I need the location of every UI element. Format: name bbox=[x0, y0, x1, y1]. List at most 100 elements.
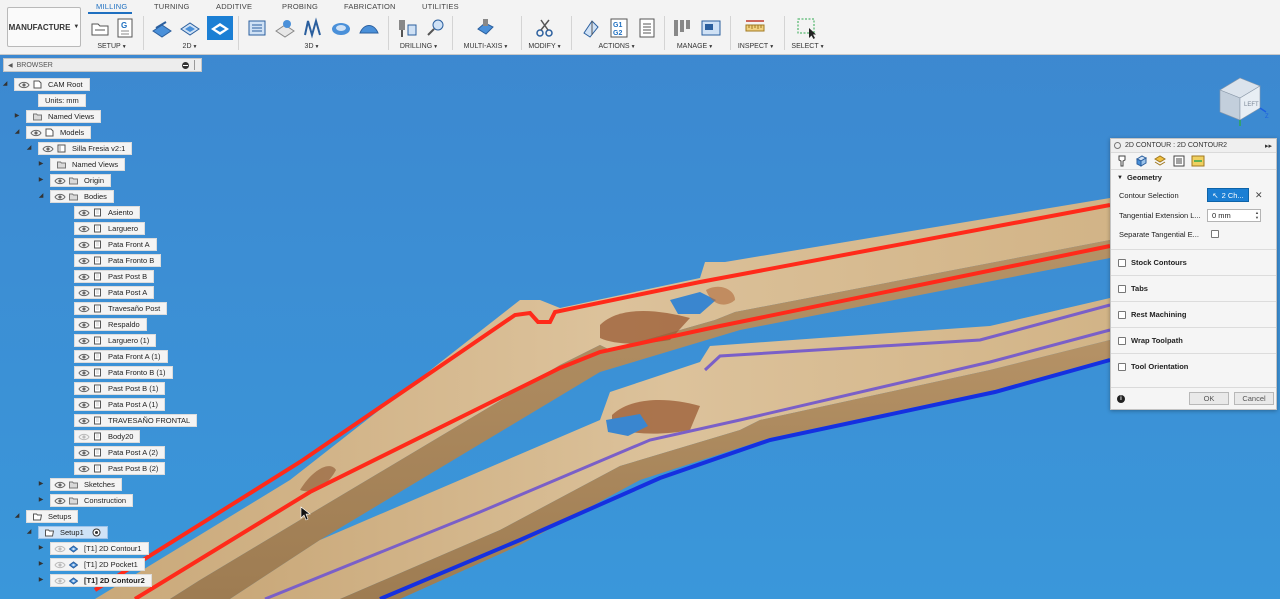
visibility-eye-icon[interactable] bbox=[42, 145, 54, 153]
group-modify[interactable]: MODIFY bbox=[528, 43, 555, 50]
section-rest-machining[interactable]: Rest Machining bbox=[1111, 301, 1276, 327]
browser-node[interactable]: Larguero bbox=[74, 222, 146, 235]
browser-node-box[interactable]: Setups bbox=[26, 510, 79, 523]
expand-arrow-icon[interactable]: ▶ bbox=[37, 576, 45, 584]
visibility-eye-icon[interactable] bbox=[54, 577, 66, 585]
browser-node[interactable]: ◢ Bodies bbox=[39, 190, 114, 203]
browser-node-box[interactable]: Past Post B bbox=[74, 270, 155, 283]
browser-node-box[interactable]: Construction bbox=[50, 494, 134, 507]
simulate-icon[interactable] bbox=[580, 17, 602, 39]
browser-node[interactable]: Pata Fronto B (1) bbox=[74, 366, 173, 379]
view-cube[interactable]: LEFT Z bbox=[1210, 72, 1272, 128]
active-target-icon[interactable] bbox=[92, 528, 101, 537]
tool-library-icon[interactable] bbox=[672, 17, 694, 39]
visibility-eye-icon[interactable] bbox=[78, 385, 90, 393]
visibility-eye-icon[interactable] bbox=[54, 545, 66, 553]
browser-node-box[interactable]: Pata Post A bbox=[74, 286, 155, 299]
browser-node[interactable]: Asiento bbox=[74, 206, 141, 219]
browser-node[interactable]: ◢ CAM Root bbox=[3, 78, 90, 91]
visibility-eye-icon[interactable] bbox=[54, 177, 66, 185]
visibility-eye-icon[interactable] bbox=[78, 449, 90, 457]
contour-3d-icon[interactable] bbox=[358, 17, 380, 39]
browser-node-box[interactable]: [T1] 2D Contour2 bbox=[50, 574, 152, 587]
measure-icon[interactable] bbox=[744, 17, 766, 39]
section-wrap-toolpath[interactable]: Wrap Toolpath bbox=[1111, 327, 1276, 353]
pocket-clearing-icon[interactable] bbox=[274, 17, 296, 39]
browser-node-box[interactable]: Asiento bbox=[74, 206, 141, 219]
browser-node-box[interactable]: [T1] 2D Pocket1 bbox=[50, 558, 145, 571]
new-setup-icon[interactable] bbox=[89, 17, 111, 39]
group-3d[interactable]: 3D bbox=[305, 43, 314, 50]
tab-geometry[interactable] bbox=[1133, 154, 1149, 168]
visibility-eye-icon[interactable] bbox=[78, 353, 90, 361]
post-process-icon[interactable]: G1G2 bbox=[608, 17, 630, 39]
browser-node-box[interactable]: Past Post B (2) bbox=[74, 462, 166, 475]
browser-node[interactable]: Body20 bbox=[74, 430, 141, 443]
2d-pocket-icon[interactable] bbox=[207, 16, 233, 40]
browser-node[interactable]: Larguero (1) bbox=[74, 334, 157, 347]
browser-node-box[interactable]: Silla Fresia v2:1 bbox=[38, 142, 133, 155]
ok-button[interactable]: OK bbox=[1189, 392, 1229, 405]
steep-and-shallow-icon[interactable] bbox=[302, 17, 324, 39]
browser-node-box[interactable]: Respaldo bbox=[74, 318, 147, 331]
stock-contours-checkbox[interactable] bbox=[1118, 258, 1126, 267]
rest-machining-checkbox[interactable] bbox=[1118, 310, 1126, 319]
group-actions[interactable]: ACTIONS bbox=[598, 43, 629, 50]
browser-node[interactable]: Pata Post A bbox=[74, 286, 155, 299]
browser-node-box[interactable]: Larguero (1) bbox=[74, 334, 157, 347]
browser-node-box[interactable]: Origin bbox=[50, 174, 112, 187]
visibility-eye-icon[interactable] bbox=[54, 193, 66, 201]
browser-node[interactable]: Travesaño Post bbox=[74, 302, 168, 315]
browser-node[interactable]: ◢ Models bbox=[15, 126, 92, 139]
tab-tool[interactable] bbox=[1114, 154, 1130, 168]
browser-node[interactable]: ▶ Named Views bbox=[39, 158, 126, 171]
tab-additive[interactable]: ADDITIVE bbox=[216, 2, 252, 11]
browser-node[interactable]: ▶ Named Views bbox=[15, 110, 102, 123]
expand-arrow-icon[interactable]: ▶ bbox=[37, 176, 45, 184]
tab-utilities[interactable]: UTILITIES bbox=[422, 2, 459, 11]
hole-recognition-icon[interactable] bbox=[424, 17, 446, 39]
browser-node[interactable]: Past Post B (2) bbox=[74, 462, 166, 475]
browser-node[interactable]: ▶ Construction bbox=[39, 494, 134, 507]
browser-node-box[interactable]: Pata Post A (1) bbox=[74, 398, 166, 411]
browser-node[interactable]: Pata Front A bbox=[74, 238, 157, 251]
browser-node[interactable]: Pata Fronto B bbox=[74, 254, 162, 267]
group-manage[interactable]: MANAGE bbox=[677, 43, 707, 50]
browser-node[interactable]: ▶ Sketches bbox=[39, 478, 122, 491]
collapse-triangle-icon[interactable]: ◀ bbox=[8, 62, 13, 69]
browser-node-box[interactable]: Models bbox=[26, 126, 92, 139]
machine-library-icon[interactable] bbox=[700, 17, 722, 39]
browser-node[interactable]: Pata Front A (1) bbox=[74, 350, 168, 363]
clear-selection-icon[interactable]: ✕ bbox=[1255, 190, 1263, 201]
group-select[interactable]: SELECT bbox=[791, 43, 818, 50]
collapse-arrow-icon[interactable]: ◢ bbox=[37, 192, 45, 200]
tab-fabrication[interactable]: FABRICATION bbox=[344, 2, 396, 11]
double-chevron-right-icon[interactable]: ▸▸ bbox=[1265, 142, 1272, 150]
drill-icon[interactable] bbox=[396, 17, 418, 39]
visibility-eye-icon[interactable] bbox=[78, 433, 90, 441]
tangential-extension-input[interactable]: 0 mm ▲ ▼ bbox=[1207, 208, 1261, 222]
visibility-eye-icon[interactable] bbox=[78, 257, 90, 265]
browser-node-box[interactable]: Units: mm bbox=[38, 94, 86, 107]
browser-node-box[interactable]: Past Post B (1) bbox=[74, 382, 166, 395]
visibility-eye-icon[interactable] bbox=[78, 209, 90, 217]
wrap-toolpath-checkbox[interactable] bbox=[1118, 336, 1126, 345]
visibility-eye-icon[interactable] bbox=[78, 369, 90, 377]
browser-node-box[interactable]: Sketches bbox=[50, 478, 122, 491]
tool-orientation-checkbox[interactable] bbox=[1118, 362, 1126, 371]
adaptive-clearing-icon[interactable] bbox=[246, 17, 268, 39]
visibility-eye-icon[interactable] bbox=[78, 401, 90, 409]
visibility-eye-icon[interactable] bbox=[78, 305, 90, 313]
dialog-titlebar[interactable]: 2D CONTOUR : 2D CONTOUR2 ▸▸ bbox=[1111, 139, 1276, 153]
browser-node[interactable]: Pata Post A (1) bbox=[74, 398, 166, 411]
tabs-checkbox[interactable] bbox=[1118, 284, 1126, 293]
geometry-section-header[interactable]: ▼ Geometry bbox=[1111, 170, 1276, 185]
browser-node[interactable]: ◢ Silla Fresia v2:1 bbox=[27, 142, 133, 155]
browser-node[interactable]: Past Post B (1) bbox=[74, 382, 166, 395]
scallop-icon[interactable] bbox=[330, 17, 352, 39]
tab-heights[interactable] bbox=[1152, 154, 1168, 168]
browser-node[interactable]: ▶ [T1] 2D Contour1 bbox=[39, 542, 149, 555]
visibility-eye-icon[interactable] bbox=[78, 225, 90, 233]
face-icon[interactable] bbox=[151, 17, 173, 39]
collapse-arrow-icon[interactable]: ◢ bbox=[25, 144, 33, 152]
